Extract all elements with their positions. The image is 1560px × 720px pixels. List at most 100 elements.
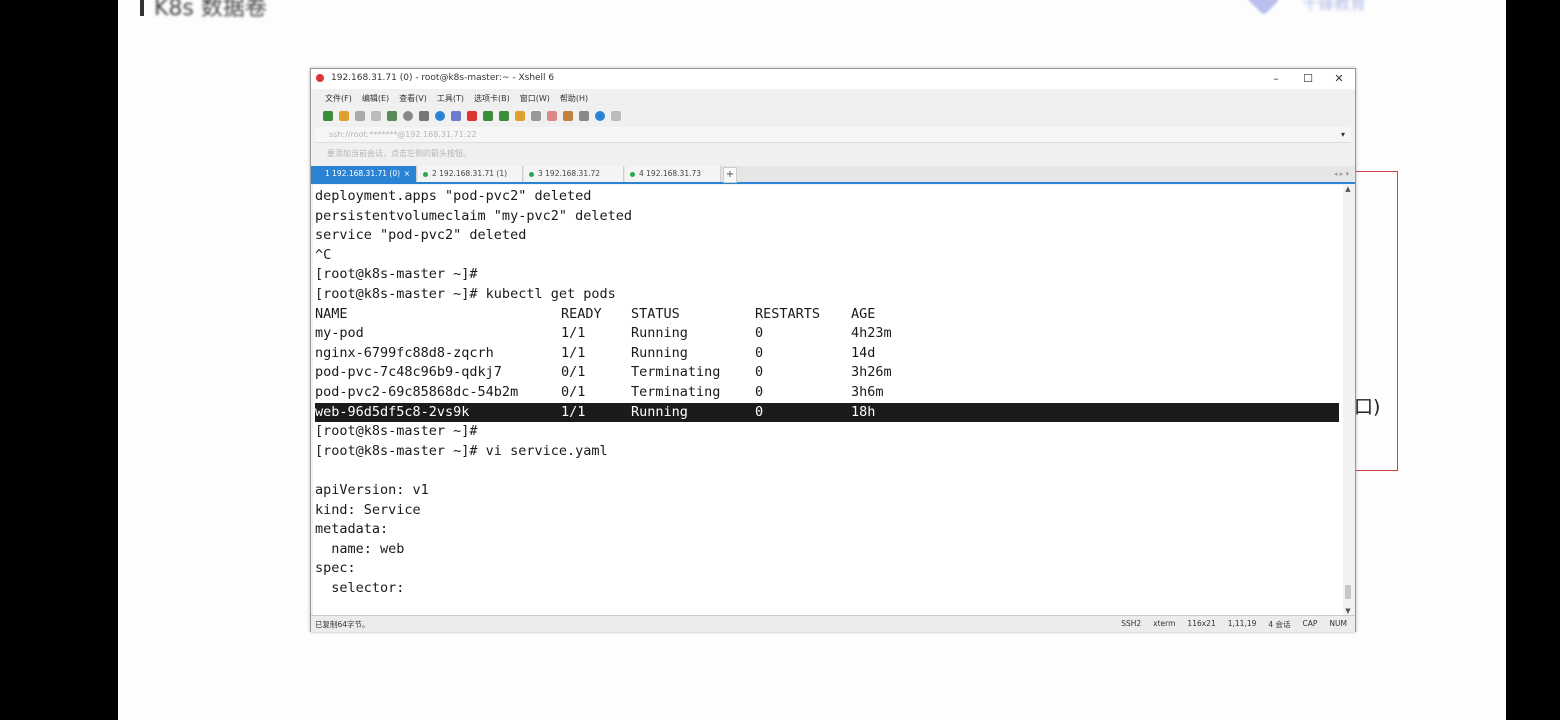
xftp-icon[interactable] bbox=[467, 111, 477, 121]
menu-file[interactable]: 文件(F) bbox=[325, 93, 352, 104]
fullscreen-icon[interactable] bbox=[499, 111, 509, 121]
tab-label: 4 192.168.31.73 bbox=[639, 169, 702, 178]
terminal-line: [root@k8s-master ~]# kubectl get pods bbox=[315, 285, 616, 302]
address-text: ssh://root:*******@192.168.31.71:22 bbox=[329, 130, 477, 139]
col-status-header: STATUS bbox=[631, 305, 680, 322]
add-tab-button[interactable]: + bbox=[723, 167, 737, 183]
globe-icon[interactable] bbox=[435, 111, 445, 121]
pod-ready: 1/1 bbox=[561, 325, 586, 342]
pods-header-row: NAME READY STATUS RESTARTS AGE bbox=[315, 305, 1339, 325]
window-titlebar[interactable]: 192.168.31.71 (0) - root@k8s-master:~ - … bbox=[311, 69, 1355, 89]
pod-restarts: 0 bbox=[755, 383, 764, 400]
connected-dot-icon bbox=[423, 172, 428, 177]
close-button[interactable]: ✕ bbox=[1324, 69, 1354, 89]
col-ready-header: READY bbox=[561, 305, 602, 322]
pod-row: pod-pvc-7c48c96b9-qdkj7 0/1 Terminating … bbox=[315, 363, 1339, 383]
pod-restarts: 0 bbox=[755, 403, 764, 420]
pod-age: 4h23m bbox=[851, 325, 892, 342]
status-message: 已复制64字节。 bbox=[315, 620, 370, 629]
col-age-header: AGE bbox=[851, 305, 876, 322]
pod-status: Terminating bbox=[631, 364, 721, 381]
slide-title: K8s 数据卷 bbox=[154, 0, 267, 21]
transfer-icon[interactable] bbox=[483, 111, 493, 121]
status-session-count: 4 会话 bbox=[1268, 620, 1291, 629]
terminal-line: kind: Service bbox=[315, 501, 421, 518]
tab-close-icon[interactable]: × bbox=[404, 166, 410, 182]
find-icon[interactable] bbox=[403, 111, 413, 121]
open-folder-icon[interactable] bbox=[339, 111, 349, 121]
menu-view[interactable]: 查看(V) bbox=[399, 93, 427, 104]
status-bar: 已复制64字节。 SSH2 xterm 116x21 1,11,19 4 会话 … bbox=[311, 615, 1355, 632]
terminal-line: metadata: bbox=[315, 521, 389, 538]
connected-dot-icon bbox=[529, 172, 534, 177]
terminal-line: persistentvolumeclaim "my-pvc2" deleted bbox=[315, 207, 632, 224]
pod-age: 3h6m bbox=[851, 383, 884, 400]
maximize-button[interactable]: ☐ bbox=[1293, 69, 1323, 89]
tab-session-1[interactable]: 1 192.168.31.71 (0) × bbox=[311, 166, 417, 182]
keyboard-icon[interactable] bbox=[531, 111, 541, 121]
pod-ready: 0/1 bbox=[561, 383, 586, 400]
tab-label: 3 192.168.31.72 bbox=[538, 169, 601, 178]
terminal-line: [root@k8s-master ~]# bbox=[315, 266, 478, 283]
pod-age: 18h bbox=[851, 403, 876, 420]
pod-ready: 0/1 bbox=[561, 364, 586, 381]
screen-icon[interactable] bbox=[419, 111, 429, 121]
font-icon[interactable] bbox=[451, 111, 461, 121]
menu-edit[interactable]: 编辑(E) bbox=[362, 93, 389, 104]
paste-icon[interactable] bbox=[387, 111, 397, 121]
address-bar[interactable]: ssh://root:*******@192.168.31.71:22 ▾ bbox=[315, 127, 1351, 143]
pod-restarts: 0 bbox=[755, 364, 764, 381]
address-dropdown-icon[interactable]: ▾ bbox=[1341, 127, 1345, 143]
tab-label: 2 192.168.31.71 (1) bbox=[432, 169, 508, 178]
terminal-line: selector: bbox=[315, 579, 405, 596]
disconnect-icon[interactable] bbox=[355, 111, 365, 121]
pod-age: 14d bbox=[851, 344, 876, 361]
help-icon[interactable] bbox=[595, 111, 605, 121]
terminal-line: spec: bbox=[315, 560, 356, 577]
new-session-icon[interactable] bbox=[323, 111, 333, 121]
tab-nav-arrows-icon[interactable]: ◂ ▸ ▾ bbox=[1334, 166, 1349, 182]
connected-dot-icon bbox=[630, 172, 635, 177]
options-icon[interactable] bbox=[611, 111, 621, 121]
tab-session-2[interactable]: 2 192.168.31.71 (1) bbox=[418, 166, 523, 182]
status-terminal-type: xterm bbox=[1153, 619, 1176, 628]
scroll-thumb[interactable] bbox=[1345, 585, 1351, 599]
scroll-down-icon[interactable]: ▼ bbox=[1343, 607, 1353, 615]
layout-icon[interactable] bbox=[579, 111, 589, 121]
toolbar bbox=[311, 107, 1355, 125]
compose-icon[interactable] bbox=[563, 111, 573, 121]
status-caps: CAP bbox=[1302, 619, 1318, 628]
tab-session-3[interactable]: 3 192.168.31.72 bbox=[524, 166, 624, 182]
pod-name: web-96d5df5c8-2vs9k bbox=[315, 403, 470, 420]
menu-help[interactable]: 帮助(H) bbox=[560, 93, 588, 104]
pod-row: nginx-6799fc88d8-zqcrh 1/1 Running 0 14d bbox=[315, 344, 1339, 364]
terminal-line: apiVersion: v1 bbox=[315, 481, 429, 498]
tab-session-4[interactable]: 4 192.168.31.73 bbox=[625, 166, 721, 182]
menu-tabs[interactable]: 选项卡(B) bbox=[474, 93, 510, 104]
lock-icon[interactable] bbox=[515, 111, 525, 121]
copy-icon[interactable] bbox=[371, 111, 381, 121]
pod-age: 3h26m bbox=[851, 364, 892, 381]
terminal-line: [root@k8s-master ~]# bbox=[315, 423, 478, 440]
script-icon[interactable] bbox=[547, 111, 557, 121]
pod-ready: 1/1 bbox=[561, 344, 586, 361]
menu-tools[interactable]: 工具(T) bbox=[437, 93, 464, 104]
pod-row-selected: web-96d5df5c8-2vs9k 1/1 Running 0 18h bbox=[315, 402, 1339, 423]
terminal-scrollbar[interactable]: ▲ ▼ bbox=[1343, 185, 1353, 615]
pod-name: nginx-6799fc88d8-zqcrh bbox=[315, 344, 494, 361]
brand-logo-icon bbox=[1242, 0, 1280, 16]
terminal-line: [root@k8s-master ~]# vi service.yaml bbox=[315, 442, 608, 459]
session-hint-text: 要添加当前会话，点击左侧的箭头按钮。 bbox=[327, 149, 471, 158]
pod-row: pod-pvc2-69c85868dc-54b2m 0/1 Terminatin… bbox=[315, 383, 1339, 403]
terminal-output[interactable]: deployment.apps "pod-pvc2" deleted persi… bbox=[313, 185, 1343, 615]
pod-name: pod-pvc-7c48c96b9-qdkj7 bbox=[315, 364, 502, 381]
pod-status: Running bbox=[631, 403, 688, 420]
minimize-button[interactable]: – bbox=[1261, 69, 1291, 89]
pod-status: Running bbox=[631, 325, 688, 342]
menu-window[interactable]: 窗口(W) bbox=[520, 93, 550, 104]
diagram-label: 口) bbox=[1354, 396, 1381, 418]
terminal-line: name: web bbox=[315, 540, 405, 557]
scroll-up-icon[interactable]: ▲ bbox=[1343, 185, 1353, 193]
pod-row: my-pod 1/1 Running 0 4h23m bbox=[315, 324, 1339, 344]
